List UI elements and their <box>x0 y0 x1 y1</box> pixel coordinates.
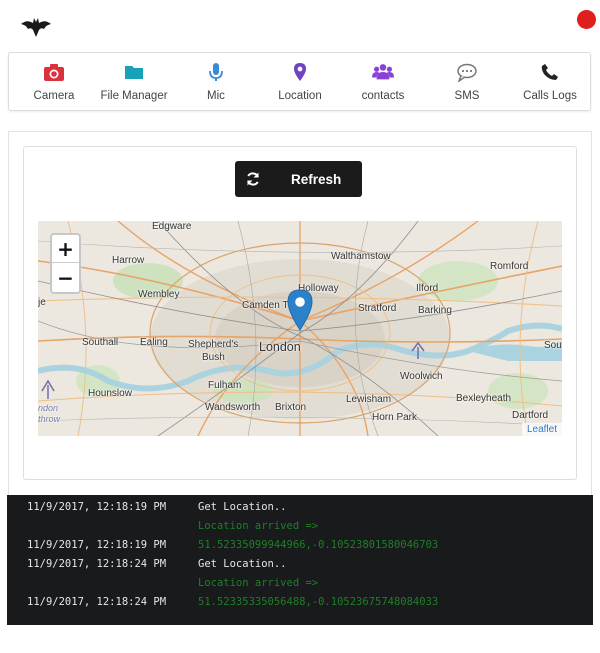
chat-bubble-icon <box>457 63 477 82</box>
nav-location[interactable]: Location <box>255 53 345 110</box>
map-label: Horn Park <box>372 412 418 423</box>
log-line: Location arrived => <box>27 520 318 532</box>
camera-icon <box>44 64 64 81</box>
nav-label: Calls Logs <box>523 90 577 102</box>
nav-label: SMS <box>454 90 480 102</box>
map-label: Brixton <box>275 402 307 413</box>
map-label: je <box>38 297 46 308</box>
phone-icon <box>541 64 558 80</box>
log-timestamp: 11/9/2017, 12:18:24 PM <box>27 596 167 608</box>
map-label: Sou <box>544 340 562 351</box>
map-attribution-link[interactable]: Leaflet <box>521 423 562 436</box>
log-message: 51.52335099944966,-0.10523801580046703 <box>198 539 439 551</box>
folder-icon <box>125 66 143 79</box>
log-timestamp: 11/9/2017, 12:18:19 PM <box>27 501 167 513</box>
log-line: 11/9/2017, 12:18:19 PM 51.52335099944966,… <box>27 539 438 551</box>
nav-camera[interactable]: Camera <box>9 53 99 110</box>
map-label: Edgware <box>152 221 192 232</box>
map-label: throw <box>38 414 61 424</box>
map-label: Bexleyheath <box>456 393 512 404</box>
map-label: Bush <box>202 352 225 363</box>
feature-nav: Camera File Manager Mic Location contact… <box>8 52 591 111</box>
map-label-london: London <box>259 340 301 354</box>
location-marker-icon[interactable] <box>287 289 313 331</box>
log-message: Get Location.. <box>198 501 287 513</box>
map-label: ndon <box>38 403 59 413</box>
refresh-label: Refresh <box>291 172 342 187</box>
zoom-in-button[interactable]: + <box>52 235 79 263</box>
map-label: Fulham <box>208 380 242 391</box>
zoom-out-button[interactable]: − <box>52 264 79 292</box>
nav-label: Location <box>278 90 322 102</box>
log-message: Location arrived => <box>198 520 319 532</box>
map-label: Harrow <box>112 255 145 266</box>
map-label: Lewisham <box>346 394 392 405</box>
users-icon <box>372 64 394 80</box>
nav-file-manager[interactable]: File Manager <box>89 53 179 110</box>
log-message: Get Location.. <box>198 558 287 570</box>
map-label: Romford <box>490 261 529 272</box>
log-timestamp: 11/9/2017, 12:18:19 PM <box>27 539 167 551</box>
log-message: Location arrived => <box>198 577 319 589</box>
map-label: Woolwich <box>400 371 443 382</box>
nav-mic[interactable]: Mic <box>171 53 261 110</box>
map-label: Dartford <box>512 410 549 421</box>
log-timestamp: 11/9/2017, 12:18:24 PM <box>27 558 167 570</box>
log-line: Location arrived => <box>27 577 318 589</box>
map-label: Hounslow <box>88 388 132 399</box>
map-view[interactable]: Edgware Harrow Walthamstow Romford Wembl… <box>38 221 562 436</box>
map-label: Shepherd's <box>188 339 239 350</box>
nav-sms[interactable]: SMS <box>422 53 512 110</box>
log-line: 11/9/2017, 12:18:24 PM Get Location.. <box>27 558 287 570</box>
map-label: Camden T <box>242 300 289 311</box>
refresh-button[interactable]: Refresh <box>235 161 362 197</box>
nav-label: Mic <box>207 90 225 102</box>
zoom-control: + − <box>50 233 81 294</box>
microphone-icon <box>209 63 223 81</box>
log-line: 11/9/2017, 12:18:19 PM Get Location.. <box>27 501 287 513</box>
nav-label: Camera <box>33 90 75 102</box>
log-message: 51.52335335056488,-0.10523675748084033 <box>198 596 439 608</box>
map-label: Southall <box>82 337 119 348</box>
map-label: Wandsworth <box>205 402 261 413</box>
map-label: Walthamstow <box>331 251 391 262</box>
map-label: Stratford <box>358 303 397 314</box>
nav-label: File Manager <box>100 90 168 102</box>
nav-label: contacts <box>361 90 405 102</box>
nav-contacts[interactable]: contacts <box>338 53 428 110</box>
map-label: Barking <box>418 305 452 316</box>
bat-logo-icon <box>21 18 51 37</box>
refresh-icon <box>247 172 259 186</box>
nav-calls-logs[interactable]: Calls Logs <box>505 53 595 110</box>
log-line: 11/9/2017, 12:18:24 PM 51.52335335056488,… <box>27 596 438 608</box>
status-indicator <box>577 10 596 29</box>
map-label: Ilford <box>416 283 439 294</box>
map-pin-icon <box>294 63 306 81</box>
map-label: Wembley <box>138 289 180 300</box>
console-log: 11/9/2017, 12:18:19 PM Get Location.. Loc… <box>7 495 593 625</box>
map-label: Ealing <box>140 337 168 348</box>
